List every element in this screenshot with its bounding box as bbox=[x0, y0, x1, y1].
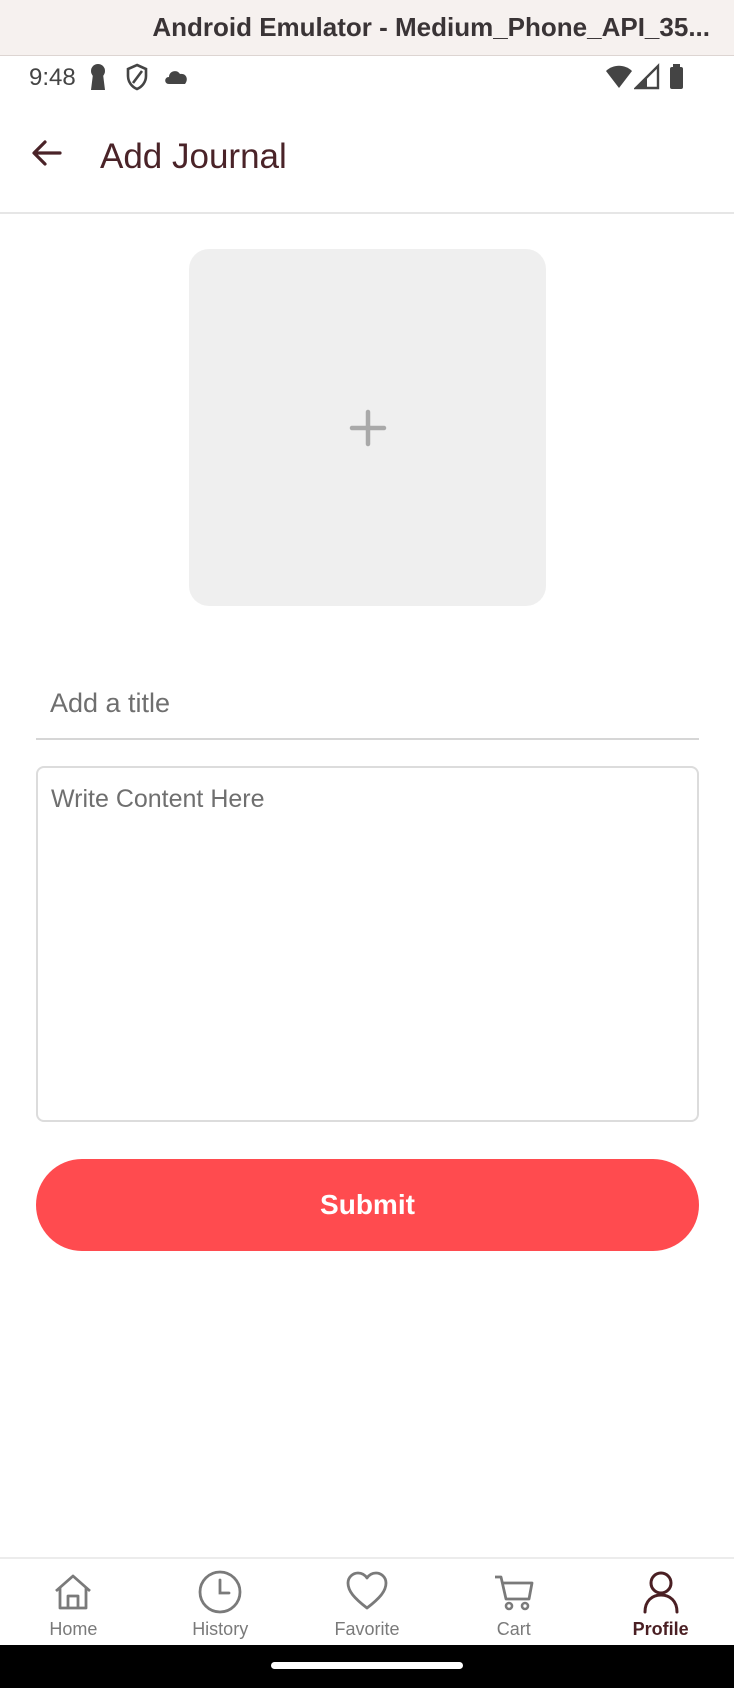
nav-label-favorite: Favorite bbox=[334, 1619, 400, 1639]
home-icon bbox=[55, 1574, 92, 1610]
nav-item-home[interactable]: Home bbox=[0, 1559, 147, 1645]
status-bar: 9:48 bbox=[0, 56, 734, 100]
journal-content-textarea[interactable] bbox=[36, 766, 699, 1122]
bottom-navigation: Home History Favorite Cart Profile bbox=[0, 1557, 734, 1645]
nav-item-profile[interactable]: Profile bbox=[587, 1559, 734, 1645]
page-title: Add Journal bbox=[100, 137, 287, 176]
signal-icon bbox=[633, 62, 660, 97]
emulator-title-bar: Android Emulator - Medium_Phone_API_35..… bbox=[0, 0, 734, 56]
heart-icon bbox=[346, 1571, 388, 1610]
nav-label-cart: Cart bbox=[496, 1619, 531, 1639]
nav-item-history[interactable]: History bbox=[147, 1559, 294, 1645]
clock-icon bbox=[198, 1570, 242, 1614]
image-picker[interactable] bbox=[189, 249, 546, 606]
home-gesture-handle[interactable] bbox=[271, 1662, 463, 1669]
app-bar: Add Journal bbox=[0, 100, 734, 214]
submit-button[interactable]: Submit bbox=[36, 1159, 699, 1251]
cloud-icon bbox=[162, 62, 190, 97]
nav-item-favorite[interactable]: Favorite bbox=[294, 1559, 441, 1645]
gesture-navigation-bar bbox=[0, 1645, 734, 1688]
plus-icon bbox=[349, 409, 386, 446]
keyhole-icon bbox=[88, 62, 108, 97]
nav-label-history: History bbox=[192, 1619, 249, 1639]
nav-item-cart[interactable]: Cart bbox=[440, 1559, 587, 1645]
arrow-back-icon bbox=[32, 140, 62, 166]
nav-label-home: Home bbox=[49, 1619, 98, 1639]
cart-icon bbox=[494, 1575, 534, 1611]
back-button[interactable] bbox=[22, 128, 72, 178]
person-icon bbox=[643, 1571, 679, 1614]
journal-title-input[interactable] bbox=[36, 668, 699, 740]
battery-icon bbox=[668, 62, 686, 97]
status-time: 9:48 bbox=[29, 64, 76, 91]
shield-icon bbox=[125, 62, 149, 97]
emulator-window-title: Android Emulator - Medium_Phone_API_35..… bbox=[152, 12, 710, 42]
wifi-icon bbox=[604, 62, 634, 97]
nav-label-profile: Profile bbox=[632, 1619, 689, 1639]
